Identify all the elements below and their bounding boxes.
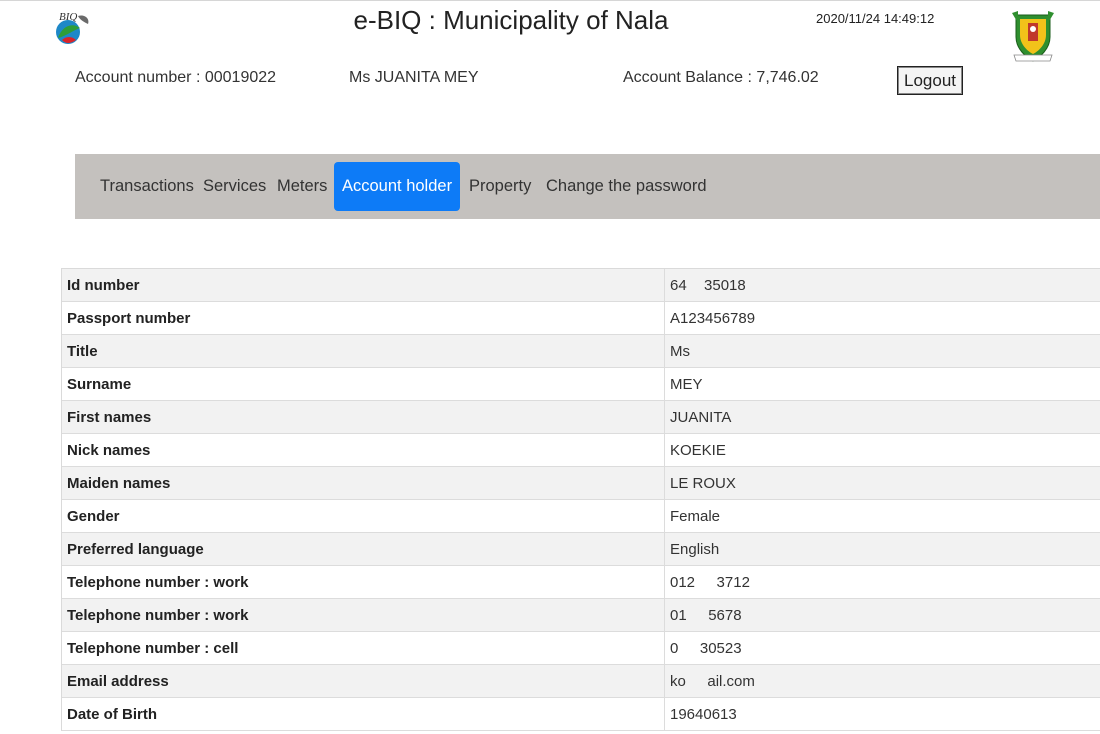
tab-account-holder[interactable]: Account holder — [334, 162, 460, 211]
field-label: Passport number — [62, 301, 665, 335]
field-label: Preferred language — [62, 532, 665, 566]
field-label: Gender — [62, 499, 665, 533]
table-row: Preferred language English — [62, 532, 1100, 566]
field-value: Female — [664, 499, 1100, 533]
field-value: MEY — [664, 367, 1100, 401]
field-label: Nick names — [62, 433, 665, 467]
table-row: Nick names KOEKIE — [62, 433, 1100, 467]
field-label: Id number — [62, 269, 665, 302]
field-value: Ms — [664, 334, 1100, 368]
field-label: Telephone number : cell — [62, 631, 665, 665]
table-row: Maiden names LE ROUX — [62, 466, 1100, 500]
field-value: JUANITA — [664, 400, 1100, 434]
account-holder-table: Id number 64 35018 Passport number A1234… — [61, 268, 1100, 731]
table-row: First names JUANITA — [62, 400, 1100, 434]
timestamp: 2020/11/24 14:49:12 — [816, 11, 935, 26]
field-label: Surname — [62, 367, 665, 401]
field-label: Maiden names — [62, 466, 665, 500]
field-value: 012 3712 — [664, 565, 1100, 599]
tab-services[interactable]: Services — [203, 162, 266, 211]
tab-transactions[interactable]: Transactions — [100, 162, 194, 211]
field-value: 01 5678 — [664, 598, 1100, 632]
field-value: KOEKIE — [664, 433, 1100, 467]
field-value: 64 35018 — [664, 269, 1100, 302]
account-number: Account number : 00019022 — [75, 69, 277, 86]
table-row: Passport number A123456789 — [62, 301, 1100, 335]
field-label: Date of Birth — [62, 697, 665, 731]
table-row: Title Ms — [62, 334, 1100, 368]
main-nav: Transactions Services Meters Account hol… — [75, 154, 1100, 219]
field-label: Title — [62, 334, 665, 368]
account-holder-name: Ms JUANITA MEY — [349, 69, 479, 86]
field-value: A123456789 — [664, 301, 1100, 335]
table-row: Telephone number : cell 0 30523 — [62, 631, 1100, 665]
field-label: Telephone number : work — [62, 565, 665, 599]
table-row: Gender Female — [62, 499, 1100, 533]
account-balance: Account Balance : 7,746.02 — [623, 69, 819, 86]
field-value: 19640613 — [664, 697, 1100, 731]
logout-button[interactable]: Logout — [897, 66, 963, 95]
table-row: Telephone number : work 012 3712 — [62, 565, 1100, 599]
table-row: Id number 64 35018 — [62, 269, 1100, 302]
field-label: First names — [62, 400, 665, 434]
tab-meters[interactable]: Meters — [277, 162, 327, 211]
table-row: Date of Birth 19640613 — [62, 697, 1100, 731]
tab-property[interactable]: Property — [469, 162, 531, 211]
field-value: ko ail.com — [664, 664, 1100, 698]
field-value: 0 30523 — [664, 631, 1100, 665]
field-value: LE ROUX — [664, 466, 1100, 500]
table-row: Telephone number : work 01 5678 — [62, 598, 1100, 632]
table-row: Surname MEY — [62, 367, 1100, 401]
tab-change-password[interactable]: Change the password — [546, 162, 707, 211]
field-label: Email address — [62, 664, 665, 698]
municipal-crest-icon — [1010, 9, 1056, 63]
table-row: Email address ko ail.com — [62, 664, 1100, 698]
field-label: Telephone number : work — [62, 598, 665, 632]
field-value: English — [664, 532, 1100, 566]
